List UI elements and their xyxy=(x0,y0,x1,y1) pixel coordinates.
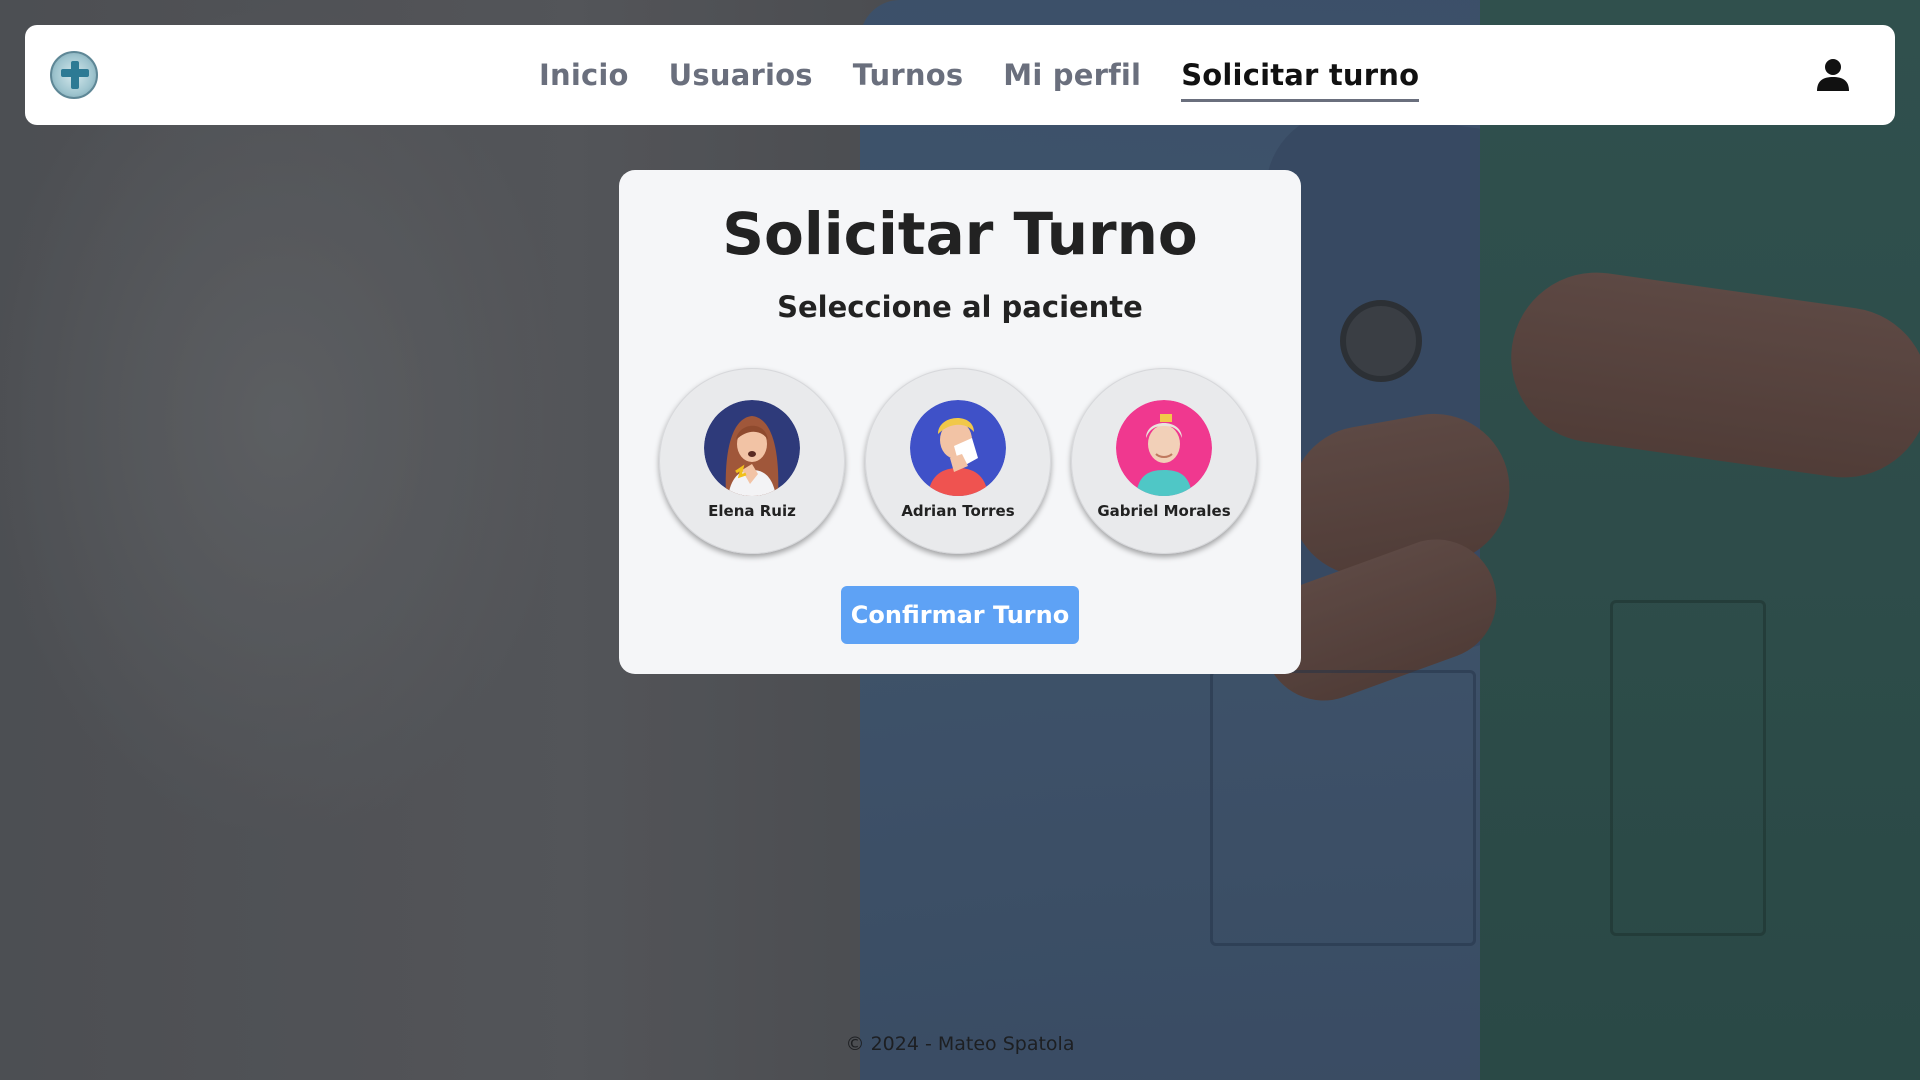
select-patient-heading: Seleccione al paciente xyxy=(777,290,1143,324)
nav-link-mi-perfil[interactable]: Mi perfil xyxy=(1003,58,1141,92)
footer: © 2024 - Mateo Spatola xyxy=(845,1033,1075,1055)
user-icon[interactable] xyxy=(1815,57,1851,93)
patient-option-adrian-torres[interactable]: Adrian Torres xyxy=(865,368,1051,554)
navbar: Inicio Usuarios Turnos Mi perfil Solicit… xyxy=(25,25,1895,125)
patient-option-gabriel-morales[interactable]: Gabriel Morales xyxy=(1071,368,1257,554)
patient-coughing-avatar-icon xyxy=(704,400,800,496)
confirm-appointment-button[interactable]: Confirmar Turno xyxy=(841,586,1079,644)
nav-links: Inicio Usuarios Turnos Mi perfil Solicit… xyxy=(539,25,1420,125)
nav-link-usuarios[interactable]: Usuarios xyxy=(669,58,813,92)
nav-link-inicio[interactable]: Inicio xyxy=(539,58,629,92)
patient-name: Adrian Torres xyxy=(901,502,1015,520)
page-title: Solicitar Turno xyxy=(722,200,1198,268)
medical-cross-logo-icon[interactable] xyxy=(50,51,98,99)
patient-name: Gabriel Morales xyxy=(1097,502,1231,520)
nav-link-solicitar-turno[interactable]: Solicitar turno xyxy=(1181,58,1420,102)
patient-list: Elena Ruiz Adrian Torres Gabriel Morales xyxy=(659,368,1257,554)
nav-link-turnos[interactable]: Turnos xyxy=(853,58,964,92)
patient-option-elena-ruiz[interactable]: Elena Ruiz xyxy=(659,368,845,554)
patient-sneezing-avatar-icon xyxy=(910,400,1006,496)
patient-elderly-avatar-icon xyxy=(1116,400,1212,496)
request-appointment-card: Solicitar Turno Seleccione al paciente E… xyxy=(619,170,1301,674)
patient-name: Elena Ruiz xyxy=(708,502,796,520)
